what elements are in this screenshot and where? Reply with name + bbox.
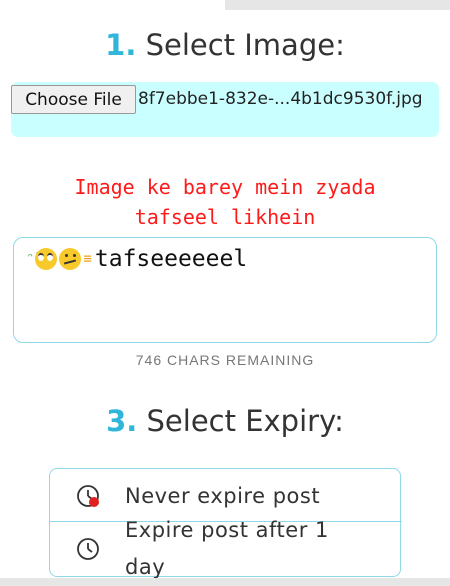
- choose-file-button[interactable]: Choose File: [11, 85, 136, 114]
- clock-icon: [77, 538, 99, 560]
- description-prompt-line-2: tafseel likhein: [134, 205, 316, 229]
- grimace-emoji-icon: ≡: [83, 251, 92, 267]
- file-picker: Choose File 8f7ebbe1-832e-...4b1dc9530f.…: [11, 82, 439, 137]
- step-3-number: 3.: [106, 404, 138, 438]
- step-3-title: Select Expiry:: [146, 404, 344, 438]
- step-1-heading: 1. Select Image:: [0, 28, 450, 62]
- eye-roll-emoji-icon: [35, 248, 58, 270]
- step-1-title: Select Image:: [145, 28, 345, 62]
- chars-remaining-counter: 746 CHARS REMAINING: [135, 352, 315, 368]
- expiry-option-label: Never expire post: [125, 484, 321, 508]
- step-3-heading: 3. Select Expiry:: [0, 404, 450, 438]
- clock-icon: [77, 485, 99, 507]
- description-value: tafseeeeeel: [94, 246, 248, 272]
- expiry-option-1-day[interactable]: Expire post after 1 day: [50, 518, 402, 579]
- description-prompt-line-1: Image ke barey mein zyada: [74, 175, 376, 199]
- confused-emoji-icon: [59, 248, 82, 270]
- step-1-number: 1.: [105, 28, 137, 62]
- expiry-option-label: Expire post after 1 day: [125, 518, 329, 579]
- description-textarea[interactable]: ᵔ̈ ≡ tafseeeeeel: [13, 237, 437, 343]
- expiry-options-list: Never expire post Expire post after 1 da…: [49, 468, 402, 579]
- dizzy-face-emoji-icon: ᵔ̈: [26, 251, 35, 267]
- selected-file-name: 8f7ebbe1-832e-...4b1dc9530f.jpg: [138, 89, 423, 109]
- top-scroll-bar: [225, 0, 450, 10]
- description-prompt: Image ke barey mein zyada tafseel likhei…: [0, 172, 450, 232]
- bottom-scroll-bar: [0, 578, 450, 586]
